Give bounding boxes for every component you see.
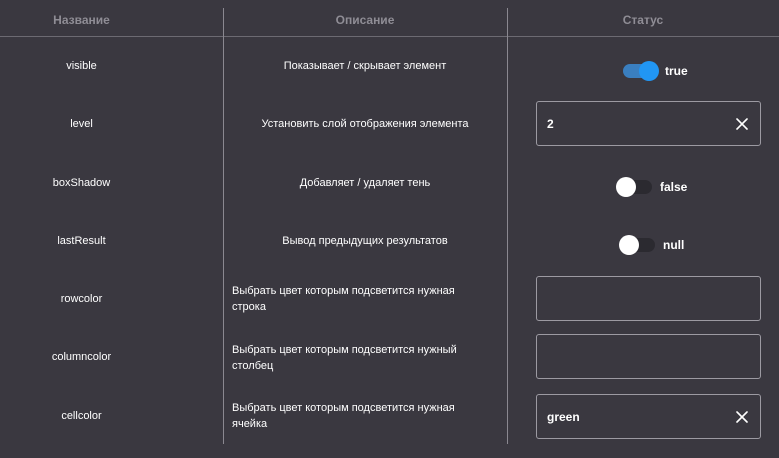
toggle-track[interactable] bbox=[623, 61, 659, 81]
toggle-knob[interactable] bbox=[616, 177, 636, 197]
property-description: Вывод предыдущих результатов bbox=[282, 235, 448, 247]
property-name: level bbox=[70, 118, 93, 130]
description-line: Выбрать цвет которым подсветится нужный bbox=[232, 344, 457, 356]
property-name: lastResult bbox=[57, 235, 106, 247]
toggle-knob[interactable] bbox=[619, 235, 639, 255]
level-input[interactable]: 2 bbox=[536, 101, 761, 146]
toggle-knob[interactable] bbox=[639, 61, 659, 81]
property-name: rowcolor bbox=[60, 293, 103, 305]
input-value: 2 bbox=[547, 117, 554, 131]
close-icon[interactable] bbox=[736, 411, 748, 423]
description-line: ячейка bbox=[232, 418, 268, 430]
cellcolor-input[interactable]: green bbox=[536, 394, 761, 439]
toggle-label: null bbox=[663, 238, 685, 252]
close-icon[interactable] bbox=[736, 118, 748, 130]
property-name: boxShadow bbox=[52, 177, 111, 189]
header-name: Название bbox=[53, 13, 110, 27]
boxshadow-toggle[interactable]: false bbox=[616, 177, 688, 197]
rowcolor-input[interactable] bbox=[536, 276, 761, 321]
property-description: Установить слой отображения элемента bbox=[261, 118, 469, 130]
description-line: Выбрать цвет которым подсветится нужная bbox=[232, 285, 455, 297]
property-description: Показывает / скрывает элемент bbox=[283, 60, 447, 72]
table-header: Название Описание Статус bbox=[0, 0, 779, 37]
property-description: Добавляет / удаляет тень bbox=[299, 177, 431, 189]
lastresult-toggle[interactable]: null bbox=[619, 235, 685, 255]
column-divider bbox=[507, 8, 508, 444]
visible-toggle[interactable]: true bbox=[623, 61, 688, 81]
property-description: Выбрать цвет которым подсветится нужная … bbox=[232, 400, 492, 432]
property-name: cellcolor bbox=[61, 410, 102, 422]
property-name: columncolor bbox=[51, 351, 112, 363]
property-description: Выбрать цвет которым подсветится нужная … bbox=[232, 283, 492, 315]
columncolor-input[interactable] bbox=[536, 334, 761, 379]
description-line: столбец bbox=[232, 360, 274, 372]
toggle-label: true bbox=[665, 64, 688, 78]
header-description: Описание bbox=[335, 13, 395, 27]
toggle-track[interactable] bbox=[616, 177, 652, 197]
description-line: строка bbox=[232, 301, 266, 313]
toggle-track[interactable] bbox=[619, 235, 655, 255]
description-line: Выбрать цвет которым подсветится нужная bbox=[232, 402, 455, 414]
input-value: green bbox=[547, 410, 580, 424]
header-status: Статус bbox=[622, 13, 664, 27]
property-name: visible bbox=[66, 60, 97, 72]
properties-table: Название Описание Статус visible Показыв… bbox=[0, 0, 779, 458]
toggle-label: false bbox=[660, 180, 688, 194]
property-description: Выбрать цвет которым подсветится нужный … bbox=[232, 342, 492, 374]
